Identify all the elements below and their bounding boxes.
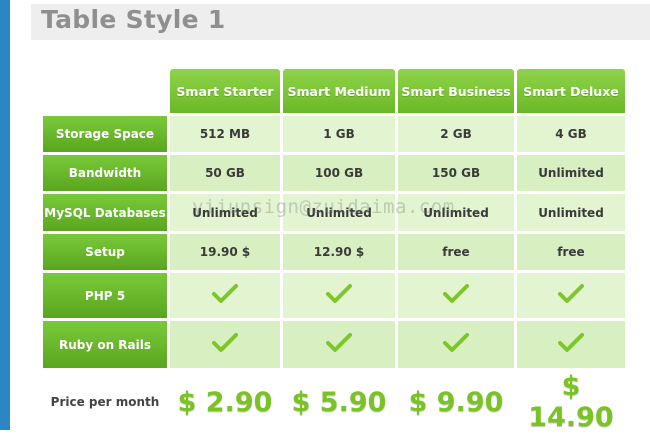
feature-row-setup: Setup 19.90 $ 12.90 $ free free bbox=[43, 234, 625, 270]
table-cell: 512 MB bbox=[170, 116, 280, 152]
table-cell: 2 GB bbox=[398, 116, 514, 152]
left-accent-bar bbox=[0, 0, 10, 430]
table-cell: 50 GB bbox=[170, 155, 280, 191]
check-icon bbox=[558, 332, 584, 354]
feature-row-mysql-databases: MySQL Databases Unlimited Unlimited Unli… bbox=[43, 194, 625, 231]
row-label-mysql-databases: MySQL Databases bbox=[43, 194, 167, 231]
table-cell: free bbox=[398, 234, 514, 270]
feature-row-bandwidth: Bandwidth 50 GB 100 GB 150 GB Unlimited bbox=[43, 155, 625, 191]
table-cell: Unlimited bbox=[283, 194, 395, 231]
table-cell: 12.90 $ bbox=[283, 234, 395, 270]
table-cell bbox=[283, 273, 395, 318]
row-label-setup: Setup bbox=[43, 234, 167, 270]
plan-header-smart-starter: Smart Starter bbox=[170, 69, 280, 113]
plan-header-smart-medium: Smart Medium bbox=[283, 69, 395, 113]
table-cell: Unlimited bbox=[170, 194, 280, 231]
price-smart-starter: $ 2.90 bbox=[177, 386, 273, 418]
check-icon bbox=[326, 283, 352, 305]
pricing-table: Smart Starter Smart Medium Smart Busines… bbox=[40, 66, 628, 436]
row-label-storage-space: Storage Space bbox=[43, 116, 167, 152]
table-cell bbox=[398, 273, 514, 318]
table-cell bbox=[283, 321, 395, 368]
price-smart-medium: $ 5.90 bbox=[291, 386, 387, 418]
table-cell: 100 GB bbox=[283, 155, 395, 191]
feature-row-ruby-on-rails: Ruby on Rails bbox=[43, 321, 625, 368]
table-cell: 150 GB bbox=[398, 155, 514, 191]
table-cell: Unlimited bbox=[517, 194, 625, 231]
price-row: Price per month $ 2.90 $ 5.90 $ 9.90 $ 1… bbox=[43, 371, 625, 433]
feature-row-storage-space: Storage Space 512 MB 1 GB 2 GB 4 GB bbox=[43, 116, 625, 152]
check-icon bbox=[558, 283, 584, 305]
page-title: Table Style 1 bbox=[41, 5, 226, 34]
table-cell: free bbox=[517, 234, 625, 270]
empty-corner-cell bbox=[43, 69, 167, 113]
row-label-ruby-on-rails: Ruby on Rails bbox=[43, 321, 167, 368]
check-icon bbox=[212, 332, 238, 354]
table-cell: 4 GB bbox=[517, 116, 625, 152]
table-cell: Unlimited bbox=[398, 194, 514, 231]
check-icon bbox=[443, 283, 469, 305]
price-smart-deluxe: $ 14.90 bbox=[528, 371, 614, 433]
plan-header-smart-deluxe: Smart Deluxe bbox=[517, 69, 625, 113]
row-label-php5: PHP 5 bbox=[43, 273, 167, 318]
feature-row-php5: PHP 5 bbox=[43, 273, 625, 318]
price-per-month-label: Price per month bbox=[50, 395, 160, 409]
table-cell: 1 GB bbox=[283, 116, 395, 152]
plan-header-smart-business: Smart Business bbox=[398, 69, 514, 113]
table-cell: Unlimited bbox=[517, 155, 625, 191]
table-cell: 19.90 $ bbox=[170, 234, 280, 270]
plan-header-row: Smart Starter Smart Medium Smart Busines… bbox=[43, 69, 625, 113]
table-cell bbox=[170, 273, 280, 318]
table-cell bbox=[517, 273, 625, 318]
table-cell bbox=[517, 321, 625, 368]
check-icon bbox=[443, 332, 469, 354]
price-smart-business: $ 9.90 bbox=[408, 386, 504, 418]
table-cell bbox=[398, 321, 514, 368]
check-icon bbox=[212, 283, 238, 305]
check-icon bbox=[326, 332, 352, 354]
table-cell bbox=[170, 321, 280, 368]
row-label-bandwidth: Bandwidth bbox=[43, 155, 167, 191]
